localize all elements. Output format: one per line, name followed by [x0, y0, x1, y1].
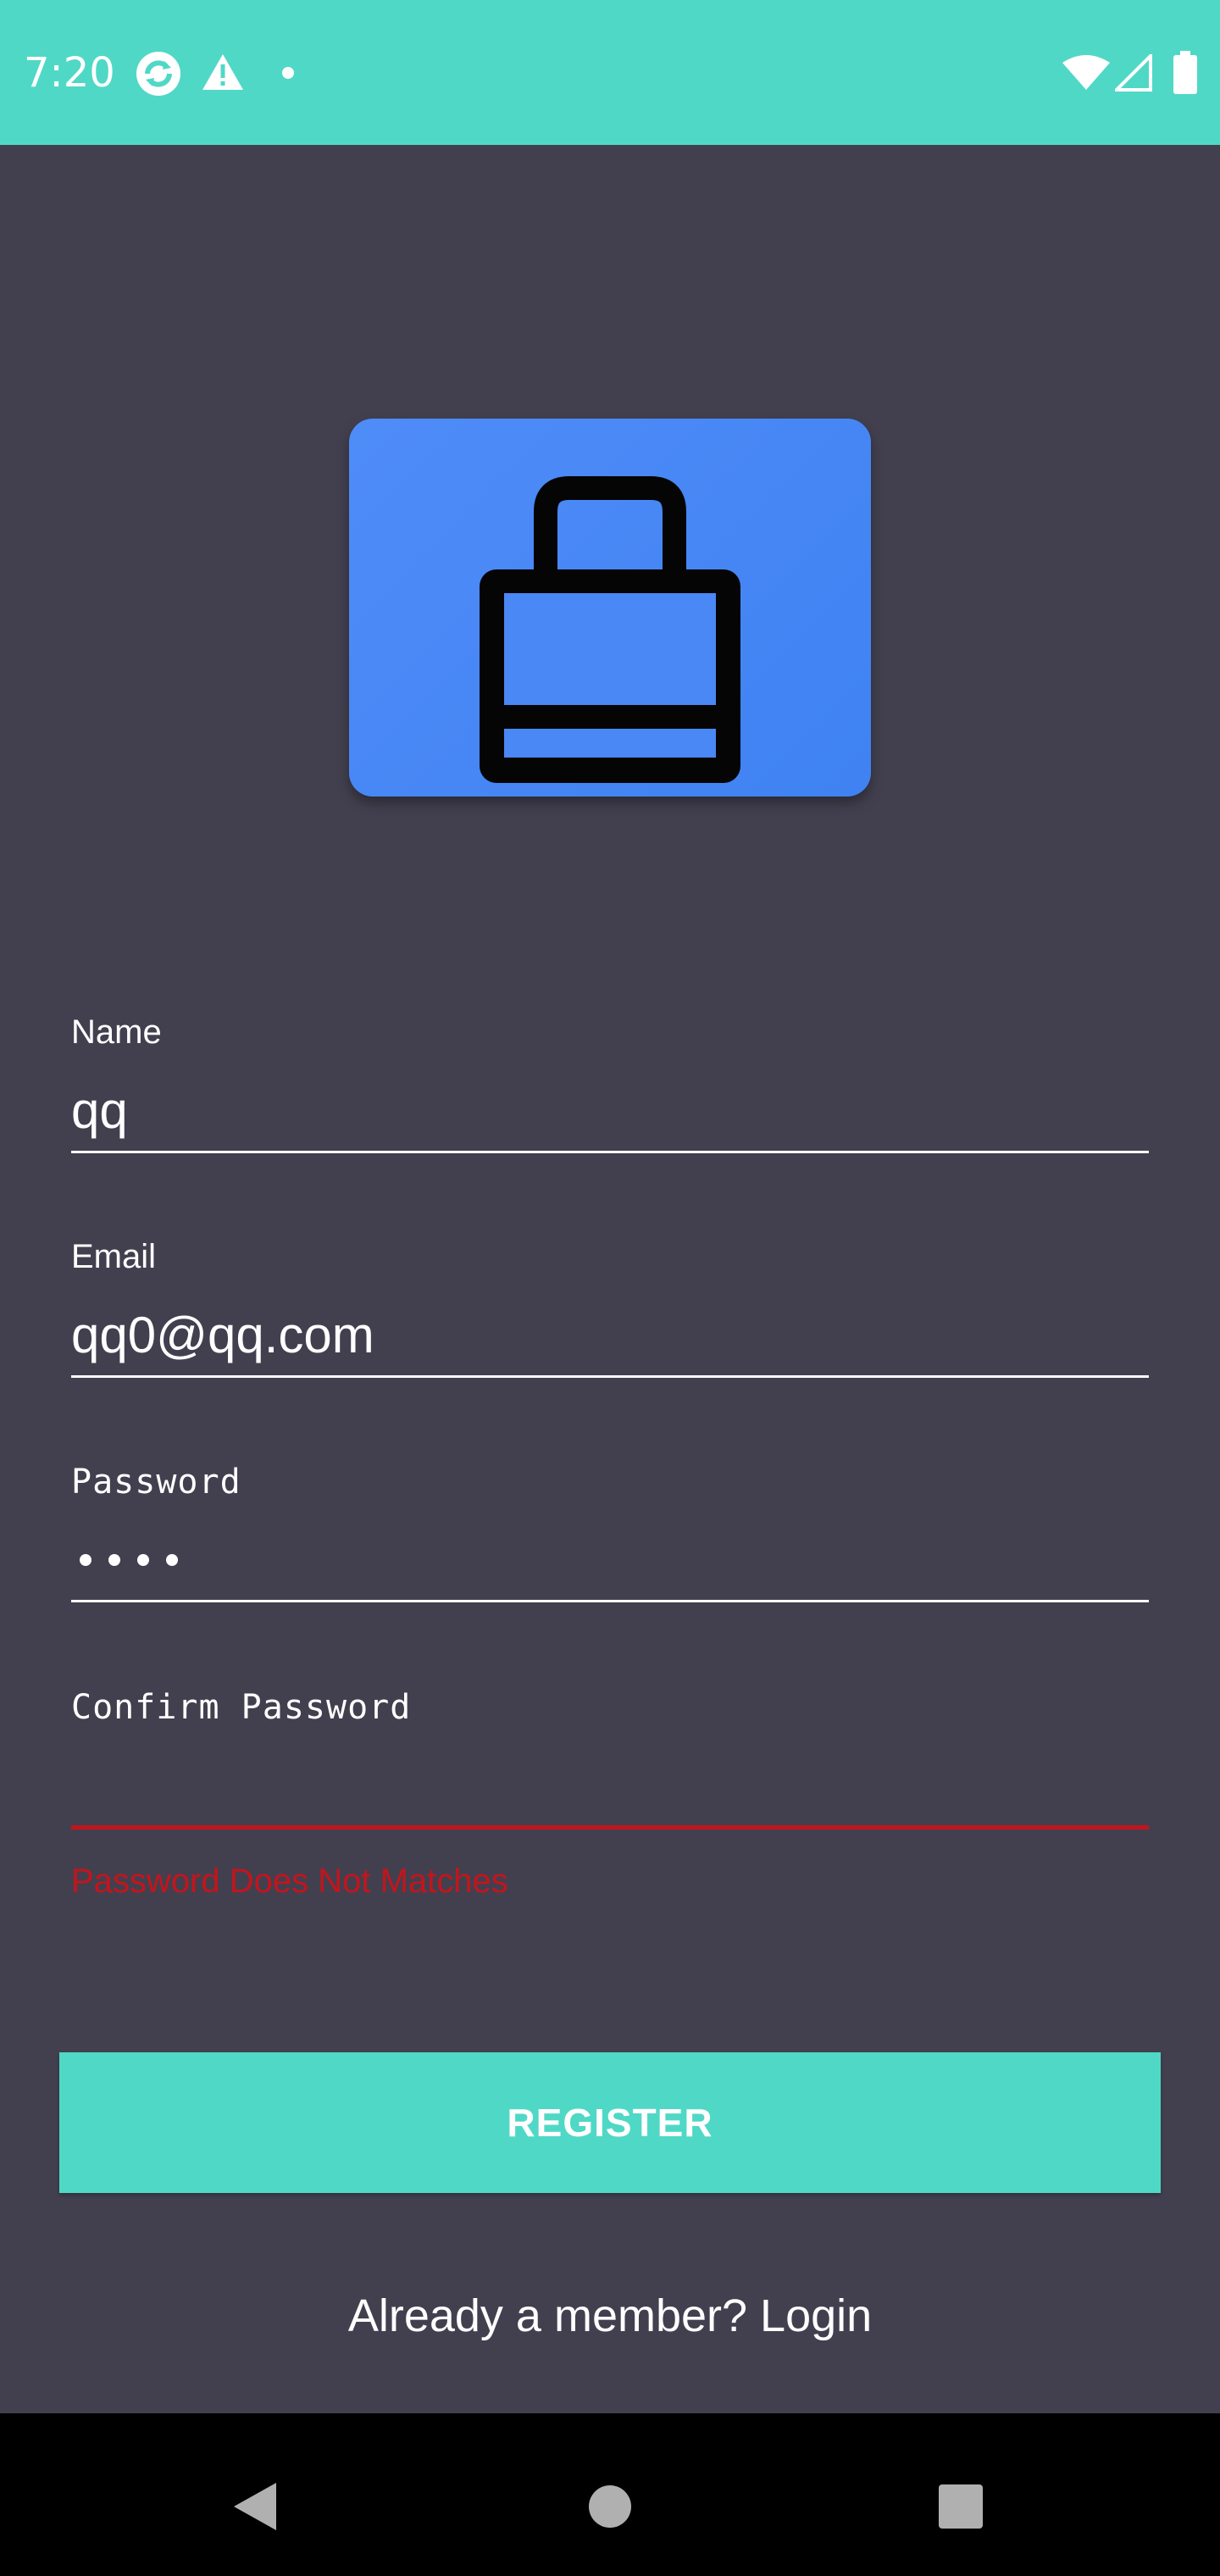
recents-icon[interactable]	[939, 2484, 983, 2529]
sync-icon	[136, 52, 180, 96]
confirm-password-label: Confirm Password	[71, 1688, 412, 1727]
password-underline	[71, 1600, 1149, 1602]
password-dot	[80, 1554, 92, 1566]
navigation-bar	[0, 2413, 1220, 2576]
briefcase-icon	[480, 476, 740, 783]
name-label: Name	[71, 1013, 162, 1051]
email-underline	[71, 1375, 1149, 1378]
warning-icon	[202, 54, 243, 90]
password-input[interactable]	[80, 1554, 178, 1566]
password-dot	[166, 1554, 178, 1566]
email-label: Email	[71, 1238, 157, 1275]
app-logo	[349, 419, 871, 797]
register-button[interactable]: REGISTER	[59, 2052, 1161, 2193]
status-bar: 7:20	[0, 0, 1220, 145]
home-icon[interactable]	[588, 2484, 632, 2529]
name-underline	[71, 1151, 1149, 1153]
confirm-password-underline	[71, 1825, 1149, 1829]
back-icon[interactable]	[232, 2481, 278, 2532]
password-error-message: Password Does Not Matches	[71, 1863, 508, 1900]
email-input[interactable]: qq0@qq.com	[71, 1306, 374, 1364]
wifi-icon	[1062, 55, 1110, 90]
signal-icon	[1115, 54, 1152, 92]
login-link[interactable]: Already a member? Login	[0, 2290, 1220, 2342]
password-label: Password	[71, 1463, 241, 1502]
dot-icon	[282, 67, 294, 79]
name-input[interactable]: qq	[71, 1081, 128, 1140]
status-time: 7:20	[24, 49, 115, 97]
battery-icon	[1173, 51, 1197, 94]
password-dot	[137, 1554, 149, 1566]
password-dot	[108, 1554, 120, 1566]
